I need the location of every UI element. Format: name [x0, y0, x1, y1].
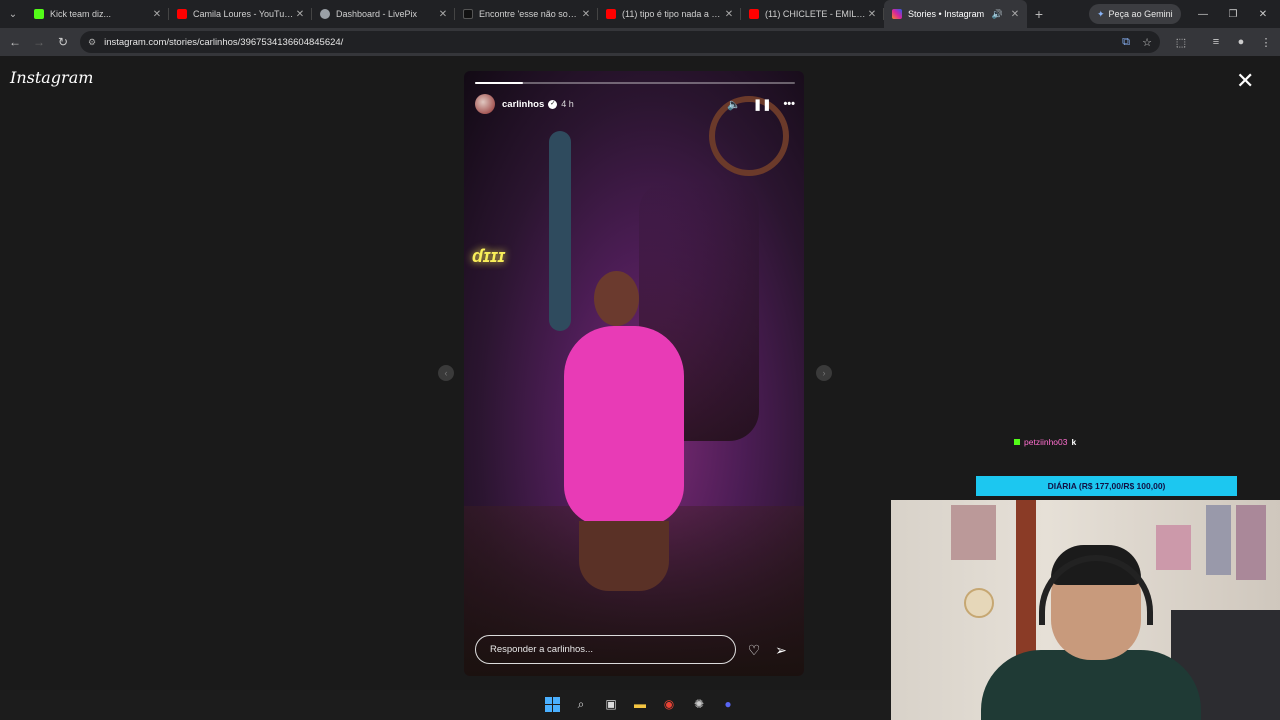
wall-clock — [964, 588, 994, 618]
pause-icon[interactable]: ❚❚ — [753, 98, 771, 111]
next-story-icon[interactable]: › — [816, 365, 832, 381]
tiktok-favicon-icon — [463, 9, 473, 19]
speaker-icon[interactable]: 🔊 — [992, 9, 1003, 20]
new-tab-button[interactable]: + — [1027, 6, 1051, 22]
url-text: instagram.com/stories/carlinhos/39675341… — [104, 36, 344, 48]
tab-title: Kick team diz... — [50, 9, 112, 19]
windows-taskbar — [0, 690, 891, 720]
close-tab-icon[interactable]: ✕ — [151, 9, 163, 20]
chat-text: k — [1071, 437, 1077, 447]
extensions-icon[interactable]: ⬚ — [1170, 28, 1192, 56]
kick-icon — [1014, 439, 1020, 445]
chat-username: petziinho03 — [1024, 437, 1068, 447]
verified-badge-icon: ✓ — [548, 99, 558, 109]
close-tab-icon[interactable]: ✕ — [294, 9, 306, 20]
bookmark-star-icon[interactable]: ☆ — [1136, 28, 1158, 56]
profile-avatar[interactable]: ● — [1230, 28, 1252, 56]
story-username[interactable]: carlinhos — [502, 99, 544, 110]
tab-title: (11) tipo é tipo nada a ver... — [622, 9, 723, 19]
tab-title: (11) CHICLETE - EMILLY VIC... — [765, 9, 866, 19]
story-media[interactable]: ɗɪɪɪ carlinhos ✓ 4 h 🔈 ❚❚ ••• — [464, 71, 804, 676]
wall-poster — [1156, 525, 1191, 570]
streamer-webcam — [891, 500, 1280, 720]
window-close-icon[interactable]: ✕ — [1248, 0, 1278, 28]
windows-start-icon[interactable] — [543, 695, 561, 713]
tab-title: Camila Loures - YouTube — [193, 9, 294, 19]
site-info-icon[interactable]: ⚙ — [88, 37, 96, 48]
person-head — [594, 271, 639, 326]
story-time: 4 h — [561, 99, 574, 109]
close-tab-icon[interactable]: ✕ — [866, 9, 878, 20]
avatar[interactable] — [475, 94, 495, 114]
tab-strip: ⌄ Kick team diz... ✕ Camila Loures - You… — [0, 0, 1280, 28]
streamer-shirt — [981, 650, 1201, 720]
browser-tab[interactable]: Dashboard - LivePix ✕ — [312, 0, 455, 28]
task-view-icon[interactable]: ▣ — [602, 695, 620, 713]
story-neon-sign: ɗɪɪɪ — [472, 246, 505, 266]
youtube-favicon-icon — [749, 9, 759, 19]
send-icon[interactable]: ➢ — [772, 641, 790, 659]
close-tab-icon[interactable]: ✕ — [1009, 9, 1021, 20]
youtube-favicon-icon — [606, 9, 616, 19]
gemini-sparkle-icon: ✦ — [1097, 8, 1105, 19]
person-dress — [564, 326, 684, 526]
instagram-favicon-icon — [892, 9, 902, 19]
story-progress-fill — [475, 82, 523, 84]
tab-title: Encontre 'esse não sou eu... — [479, 9, 580, 19]
gemini-label: Peça ao Gemini — [1108, 9, 1173, 19]
restore-icon[interactable]: ❐ — [1218, 0, 1248, 28]
browser-tab[interactable]: (11) tipo é tipo nada a ver... ✕ — [598, 0, 741, 28]
reply-input[interactable]: Responder a carlinhos... — [475, 635, 736, 664]
browser-tab[interactable]: Camila Loures - YouTube ✕ — [169, 0, 312, 28]
story-progress-bar — [475, 82, 795, 84]
translate-icon[interactable]: ⧉ — [1115, 28, 1137, 56]
browser-tab[interactable]: Kick team diz... ✕ — [26, 0, 169, 28]
youtube-favicon-icon — [177, 9, 187, 19]
close-icon[interactable]: ✕ — [1236, 70, 1254, 92]
tab-title: Stories • Instagram — [908, 9, 985, 19]
tab-search-button[interactable]: ⌄ — [0, 0, 26, 28]
media-control-icon[interactable]: ≡ — [1205, 28, 1227, 56]
wall-poster — [951, 505, 996, 560]
gemini-button[interactable]: ✦ Peça ao Gemini — [1089, 4, 1181, 24]
reload-icon[interactable]: ↻ — [51, 30, 75, 54]
app-icon[interactable]: ✺ — [690, 695, 708, 713]
browser-menu-icon[interactable]: ⋮ — [1255, 28, 1277, 56]
volume-icon[interactable]: 🔈 — [727, 98, 741, 111]
file-explorer-icon[interactable]: ▬ — [631, 695, 649, 713]
address-bar[interactable]: ⚙ instagram.com/stories/carlinhos/396753… — [80, 31, 1160, 53]
discord-icon[interactable]: ● — [719, 695, 737, 713]
reply-placeholder: Responder a carlinhos... — [490, 644, 593, 655]
globe-favicon-icon — [320, 9, 330, 19]
close-tab-icon[interactable]: ✕ — [723, 9, 735, 20]
previous-story-icon[interactable]: ‹ — [438, 365, 454, 381]
tab-title: Dashboard - LivePix — [336, 9, 418, 19]
more-options-icon[interactable]: ••• — [783, 98, 795, 110]
person-legs — [579, 521, 669, 591]
close-tab-icon[interactable]: ✕ — [580, 9, 592, 20]
browser-tab-active[interactable]: Stories • Instagram 🔊 ✕ — [884, 0, 1027, 28]
chrome-icon[interactable]: ◉ — [660, 695, 678, 713]
browser-tab[interactable]: Encontre 'esse não sou eu... ✕ — [455, 0, 598, 28]
wall-poster — [1206, 505, 1231, 575]
forward-arrow-icon[interactable]: → — [27, 30, 51, 54]
story-header: carlinhos ✓ 4 h 🔈 ❚❚ ••• — [475, 93, 795, 115]
search-icon[interactable]: ⌕ — [572, 695, 590, 713]
kick-favicon-icon — [34, 9, 44, 19]
story-image-person — [559, 271, 689, 591]
heart-icon[interactable]: ♡ — [745, 641, 763, 659]
close-tab-icon[interactable]: ✕ — [437, 9, 449, 20]
stream-chat-message: petziinho03 k — [1014, 437, 1076, 447]
browser-tab[interactable]: (11) CHICLETE - EMILLY VIC... ✕ — [741, 0, 884, 28]
instagram-logo[interactable]: Instagram — [10, 68, 93, 87]
back-arrow-icon[interactable]: ← — [3, 30, 27, 54]
wall-poster — [1236, 505, 1266, 580]
minimize-icon[interactable]: — — [1188, 0, 1218, 28]
donation-goal-bar: DIÁRIA (R$ 177,00/R$ 100,00) — [976, 476, 1237, 496]
